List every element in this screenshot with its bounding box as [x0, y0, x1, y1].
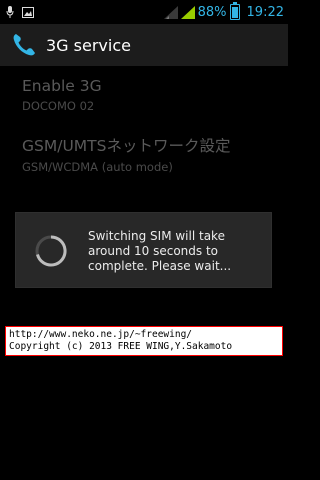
- spinner-icon: [34, 234, 68, 268]
- pref-summary: DOCOMO 02: [22, 99, 95, 113]
- battery-percent: 88%: [197, 4, 227, 20]
- pref-network-settings[interactable]: GSM/UMTSネットワーク設定 GSM/WCDMA (auto mode): [22, 134, 230, 174]
- pref-summary: GSM/WCDMA (auto mode): [22, 160, 173, 174]
- watermark-copyright: Copyright (c) 2013 FREE WING,Y.Sakamoto: [9, 341, 233, 352]
- watermark-url: http://www.neko.ne.jp/~freewing/: [9, 329, 193, 340]
- battery-icon: [229, 2, 240, 20]
- signal-sim1-icon: [163, 5, 178, 19]
- dialog-message: Switching SIM will take around 10 second…: [88, 229, 232, 273]
- action-bar: 3G service: [0, 24, 288, 66]
- progress-dialog: Switching SIM will take around 10 second…: [15, 212, 272, 288]
- status-indicators: 88% 19:22: [163, 2, 288, 20]
- signal-sim2-icon: [180, 5, 195, 19]
- app-title: 3G service: [46, 35, 131, 55]
- status-bar: 88% 19:22: [0, 0, 288, 24]
- notification-icons: [0, 6, 34, 18]
- phone-icon: [10, 31, 38, 59]
- pref-enable-3g[interactable]: Enable 3G DOCOMO 02: [22, 77, 102, 113]
- copyright-watermark: http://www.neko.ne.jp/~freewing/ Copyrig…: [5, 326, 283, 356]
- clock: 19:22: [246, 4, 284, 20]
- pref-title: Enable 3G: [22, 77, 102, 95]
- pref-title: GSM/UMTSネットワーク設定: [22, 137, 231, 155]
- microphone-icon: [6, 6, 14, 18]
- image-icon: [22, 6, 34, 18]
